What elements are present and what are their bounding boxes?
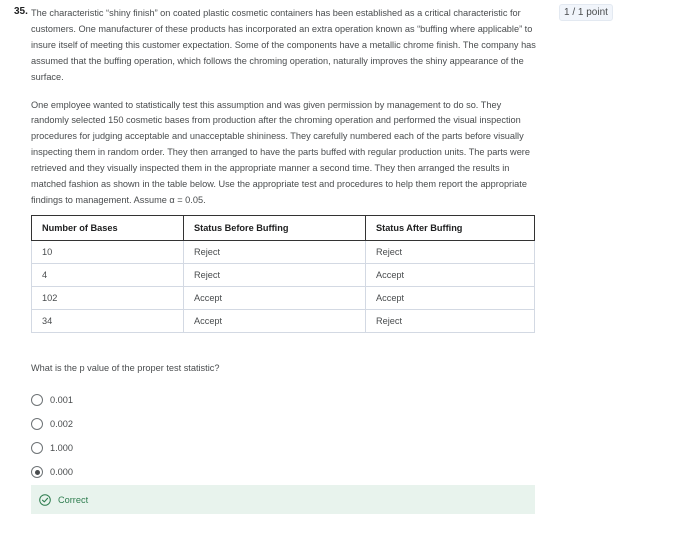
table-cell: Accept	[183, 285, 366, 310]
radio-button[interactable]	[31, 442, 43, 454]
table-cell: 102	[31, 285, 184, 310]
table-row: 34 Accept Reject	[31, 308, 535, 333]
table-cell: Accept	[365, 262, 535, 287]
question-prompt: What is the p value of the proper test s…	[31, 363, 220, 373]
answer-option[interactable]: 0.002	[31, 412, 73, 436]
table-header-row: Number of Bases Status Before Buffing St…	[31, 214, 535, 241]
table-cell: Reject	[365, 308, 535, 333]
answer-option[interactable]: 0.000	[31, 460, 73, 484]
answer-option[interactable]: 1.000	[31, 436, 73, 460]
table-cell: 10	[31, 239, 184, 264]
table-cell: 34	[31, 308, 184, 333]
answer-option-label: 0.000	[50, 467, 73, 477]
radio-button[interactable]	[31, 394, 43, 406]
table-cell: Reject	[183, 262, 366, 287]
answer-option-label: 0.002	[50, 419, 73, 429]
table-row: 102 Accept Accept	[31, 285, 535, 310]
question-paragraph-1: The characteristic “shiny finish” on coa…	[31, 8, 536, 82]
table-cell: Reject	[365, 239, 535, 264]
question-body: The characteristic “shiny finish” on coa…	[31, 6, 539, 333]
table-row: 4 Reject Accept	[31, 262, 535, 287]
table-cell: Accept	[365, 285, 535, 310]
question-paragraph-2: One employee wanted to statistically tes…	[31, 99, 530, 205]
answer-options: 0.001 0.002 1.000 0.000	[31, 388, 73, 484]
column-header: Status After Buffing	[365, 214, 535, 241]
answer-option[interactable]: 0.001	[31, 388, 73, 412]
column-header: Status Before Buffing	[183, 214, 366, 241]
table-cell: 4	[31, 262, 184, 287]
table-cell: Reject	[183, 239, 366, 264]
feedback-banner: Correct	[31, 485, 535, 514]
check-circle-icon	[39, 493, 51, 506]
answer-option-label: 0.001	[50, 395, 73, 405]
question-number: 35.	[14, 6, 28, 17]
column-header: Number of Bases	[31, 214, 184, 241]
radio-button[interactable]	[31, 466, 43, 478]
radio-button[interactable]	[31, 418, 43, 430]
table-row: 10 Reject Reject	[31, 239, 535, 264]
table-cell: Accept	[183, 308, 366, 333]
feedback-label: Correct	[58, 494, 89, 505]
points-badge: 1 / 1 point	[559, 4, 613, 21]
data-table: Number of Bases Status Before Buffing St…	[31, 214, 535, 333]
answer-option-label: 1.000	[50, 443, 73, 453]
